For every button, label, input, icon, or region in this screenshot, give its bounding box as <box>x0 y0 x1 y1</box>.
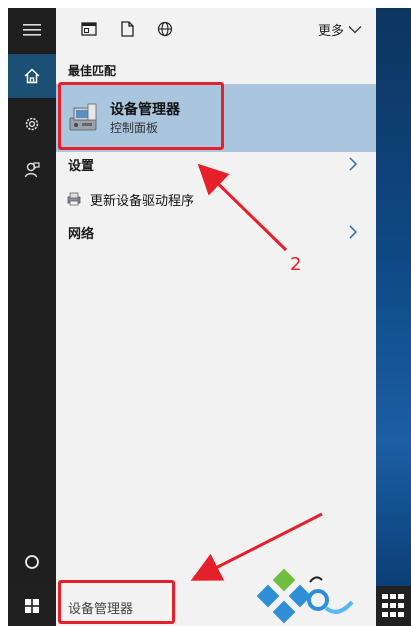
arrow-to-best-match <box>197 163 288 252</box>
arrow-to-search-box <box>190 512 323 581</box>
start-menu-screenshot: 更多 最佳匹配 设备管理器 控制面板 设置 更新设备驱动程序 网络 设备管理器 … <box>0 0 411 626</box>
annotation-arrows <box>190 163 323 581</box>
